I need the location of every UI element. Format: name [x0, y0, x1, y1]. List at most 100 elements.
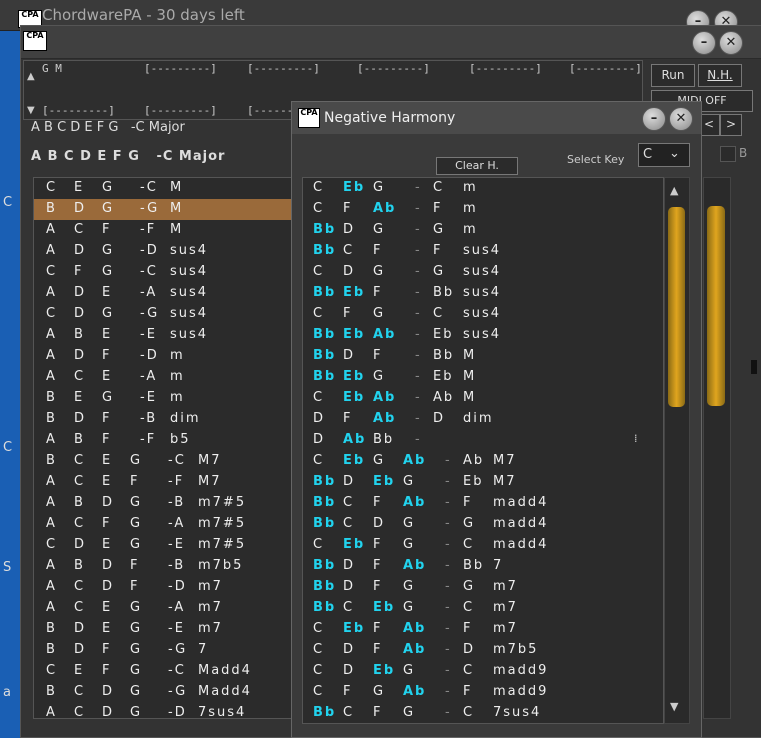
chord-root: -G: [168, 642, 188, 657]
negative-harmony-item[interactable]: C Eb F G - Cmadd4: [303, 535, 663, 556]
negative-harmony-item[interactable]: D F Ab - Ddim: [303, 409, 663, 430]
chord-list-item[interactable]: B C D G -G Madd4: [34, 682, 291, 703]
scroll-down-icon[interactable]: ▼: [670, 700, 678, 713]
negative-harmony-item[interactable]: Bb D G - Gm: [303, 220, 663, 241]
grid-slot[interactable]: G M: [42, 62, 62, 75]
chord-list-item[interactable]: A D E -A sus4: [34, 283, 291, 304]
note: Bb: [313, 579, 337, 594]
grid-slot[interactable]: [---------]: [144, 104, 217, 117]
chord-list-item[interactable]: A C D G -D 7sus4: [34, 703, 291, 718]
chord-list-item[interactable]: A C F -F M: [34, 220, 291, 241]
note: F: [373, 642, 383, 657]
note: D: [313, 411, 326, 426]
chord-note: A: [46, 600, 57, 615]
grid-slot[interactable]: [---------]: [569, 62, 642, 75]
negative-harmony-item[interactable]: C Eb G Ab - Ab M7: [303, 451, 663, 472]
negative-harmony-item[interactable]: Bb C F Ab - Fmadd4: [303, 493, 663, 514]
negative-harmony-item[interactable]: Bb Eb F - Bb sus4: [303, 283, 663, 304]
run-button[interactable]: Run: [651, 64, 695, 87]
grid-slot[interactable]: [---------]: [42, 104, 115, 117]
dialog-scrollbar-thumb[interactable]: [668, 207, 685, 407]
chord-note: G: [102, 306, 115, 321]
scroll-up-icon[interactable]: ▲: [27, 71, 35, 82]
next-icon[interactable]: >: [720, 114, 742, 136]
chord-list-item[interactable]: B D G -G M: [34, 199, 291, 220]
chord-list-item[interactable]: A D F -D m: [34, 346, 291, 367]
negative-harmony-item[interactable]: Bb Eb G - Eb M: [303, 367, 663, 388]
main-scrollbar-thumb[interactable]: [707, 206, 725, 406]
chord-list-item[interactable]: C E G -C M: [34, 178, 291, 199]
grid-slot[interactable]: [---------]: [357, 62, 430, 75]
chord-list-item[interactable]: B E G -E m: [34, 388, 291, 409]
scroll-up-icon[interactable]: ▲: [670, 184, 678, 197]
note: Bb: [313, 222, 337, 237]
chord-list-item[interactable]: A B E -E sus4: [34, 325, 291, 346]
chord-list-item[interactable]: B D E G -E m7: [34, 619, 291, 640]
clear-harmony-button[interactable]: Clear H.: [436, 157, 518, 175]
main-scrollbar[interactable]: [703, 177, 731, 719]
negative-harmony-list[interactable]: C Eb G - Cm C F Ab - Fm Bb D G - Gm Bb C F - Fsus4 C D G - Gsus4…: [302, 177, 664, 724]
negative-harmony-item[interactable]: Bb D F - Bb M: [303, 346, 663, 367]
close-icon[interactable]: ✕: [669, 107, 693, 131]
negative-harmony-item[interactable]: Bb D F G - Gm7: [303, 577, 663, 598]
minimize-icon[interactable]: –: [692, 31, 716, 55]
negative-harmony-item[interactable]: C Eb G - Cm: [303, 178, 663, 199]
chord-note: C: [46, 663, 58, 678]
chord-list[interactable]: C E G -C M B D G -G M A C F -F M A D G -D sus4 C F G -C sus4 A D E -…: [33, 177, 292, 719]
chord-note: F: [102, 348, 112, 363]
chord-list-item[interactable]: A C F G -A m7#5: [34, 514, 291, 535]
scroll-down-icon[interactable]: ▼: [27, 105, 35, 116]
chord-note: A: [46, 285, 57, 300]
chord-list-item[interactable]: B C E G -C M7: [34, 451, 291, 472]
negative-harmony-item[interactable]: Bb C F G - C 7sus4: [303, 703, 663, 723]
chord-list-item[interactable]: A C E G -A m7: [34, 598, 291, 619]
grid-slot[interactable]: [---------]: [144, 62, 217, 75]
negative-harmony-item[interactable]: D Ab Bb -: [303, 430, 663, 451]
chord-root: -D: [168, 579, 187, 594]
chord-list-item[interactable]: A C E F -F M7: [34, 472, 291, 493]
grid-slot[interactable]: [---------]: [469, 62, 542, 75]
negative-harmony-item[interactable]: C D Eb G - Cmadd9: [303, 661, 663, 682]
negative-harmony-item[interactable]: C D F Ab - Dm7b5: [303, 640, 663, 661]
key-select[interactable]: C ⌄: [638, 143, 690, 167]
negative-harmony-button[interactable]: N.H.: [698, 64, 742, 87]
chord-list-item[interactable]: C E F G -C Madd4: [34, 661, 291, 682]
chord-list-item[interactable]: B D F G -G 7: [34, 640, 291, 661]
note: Ab: [373, 411, 397, 426]
chord-list-item[interactable]: A B D G -B m7#5: [34, 493, 291, 514]
negative-harmony-item[interactable]: C Eb F Ab - Fm7: [303, 619, 663, 640]
chord-list-item[interactable]: A C E -A m: [34, 367, 291, 388]
chord-list-item[interactable]: C D E G -E m7#5: [34, 535, 291, 556]
negative-harmony-item[interactable]: C Eb Ab - Ab M: [303, 388, 663, 409]
chord-list-item[interactable]: C D G -G sus4: [34, 304, 291, 325]
chord-list-item[interactable]: A D G -D sus4: [34, 241, 291, 262]
negative-harmony-item[interactable]: Bb C D G - Gmadd4: [303, 514, 663, 535]
negative-harmony-item[interactable]: Bb D F Ab - Bb 7: [303, 556, 663, 577]
negative-harmony-item[interactable]: Bb D Eb G - Eb M7: [303, 472, 663, 493]
negative-harmony-item[interactable]: C F G - Csus4: [303, 304, 663, 325]
chord-note: D: [74, 285, 87, 300]
negative-harmony-item[interactable]: C F Ab - Fm: [303, 199, 663, 220]
chord-note: B: [74, 432, 85, 447]
separator: -: [415, 264, 422, 279]
negative-harmony-item[interactable]: C D G - Gsus4: [303, 262, 663, 283]
chord-list-item[interactable]: A B D F -B m7b5: [34, 556, 291, 577]
note: C: [343, 495, 355, 510]
negative-harmony-item[interactable]: Bb C F - Fsus4: [303, 241, 663, 262]
negative-harmony-item[interactable]: C F G Ab - Fmadd9: [303, 682, 663, 703]
chord-list-item[interactable]: A C D F -D m7: [34, 577, 291, 598]
chord-quality: Madd4: [198, 684, 252, 699]
chord-note: G: [102, 390, 115, 405]
checkbox[interactable]: [720, 146, 736, 162]
chord-list-item[interactable]: B D F -B dim: [34, 409, 291, 430]
negative-harmony-item[interactable]: Bb C Eb G - Cm7: [303, 598, 663, 619]
dialog-scrollbar[interactable]: ▲ ▼: [664, 177, 690, 724]
close-icon[interactable]: ✕: [719, 31, 743, 55]
chord-list-item[interactable]: C F G -C sus4: [34, 262, 291, 283]
negative-harmony-item[interactable]: Bb Eb Ab - Eb sus4: [303, 325, 663, 346]
note: Eb: [373, 474, 396, 489]
minimize-icon[interactable]: –: [642, 107, 666, 131]
chord-list-item[interactable]: A B F -F b5: [34, 430, 291, 451]
grid-slot[interactable]: [---------]: [247, 62, 320, 75]
note: Eb: [343, 285, 366, 300]
